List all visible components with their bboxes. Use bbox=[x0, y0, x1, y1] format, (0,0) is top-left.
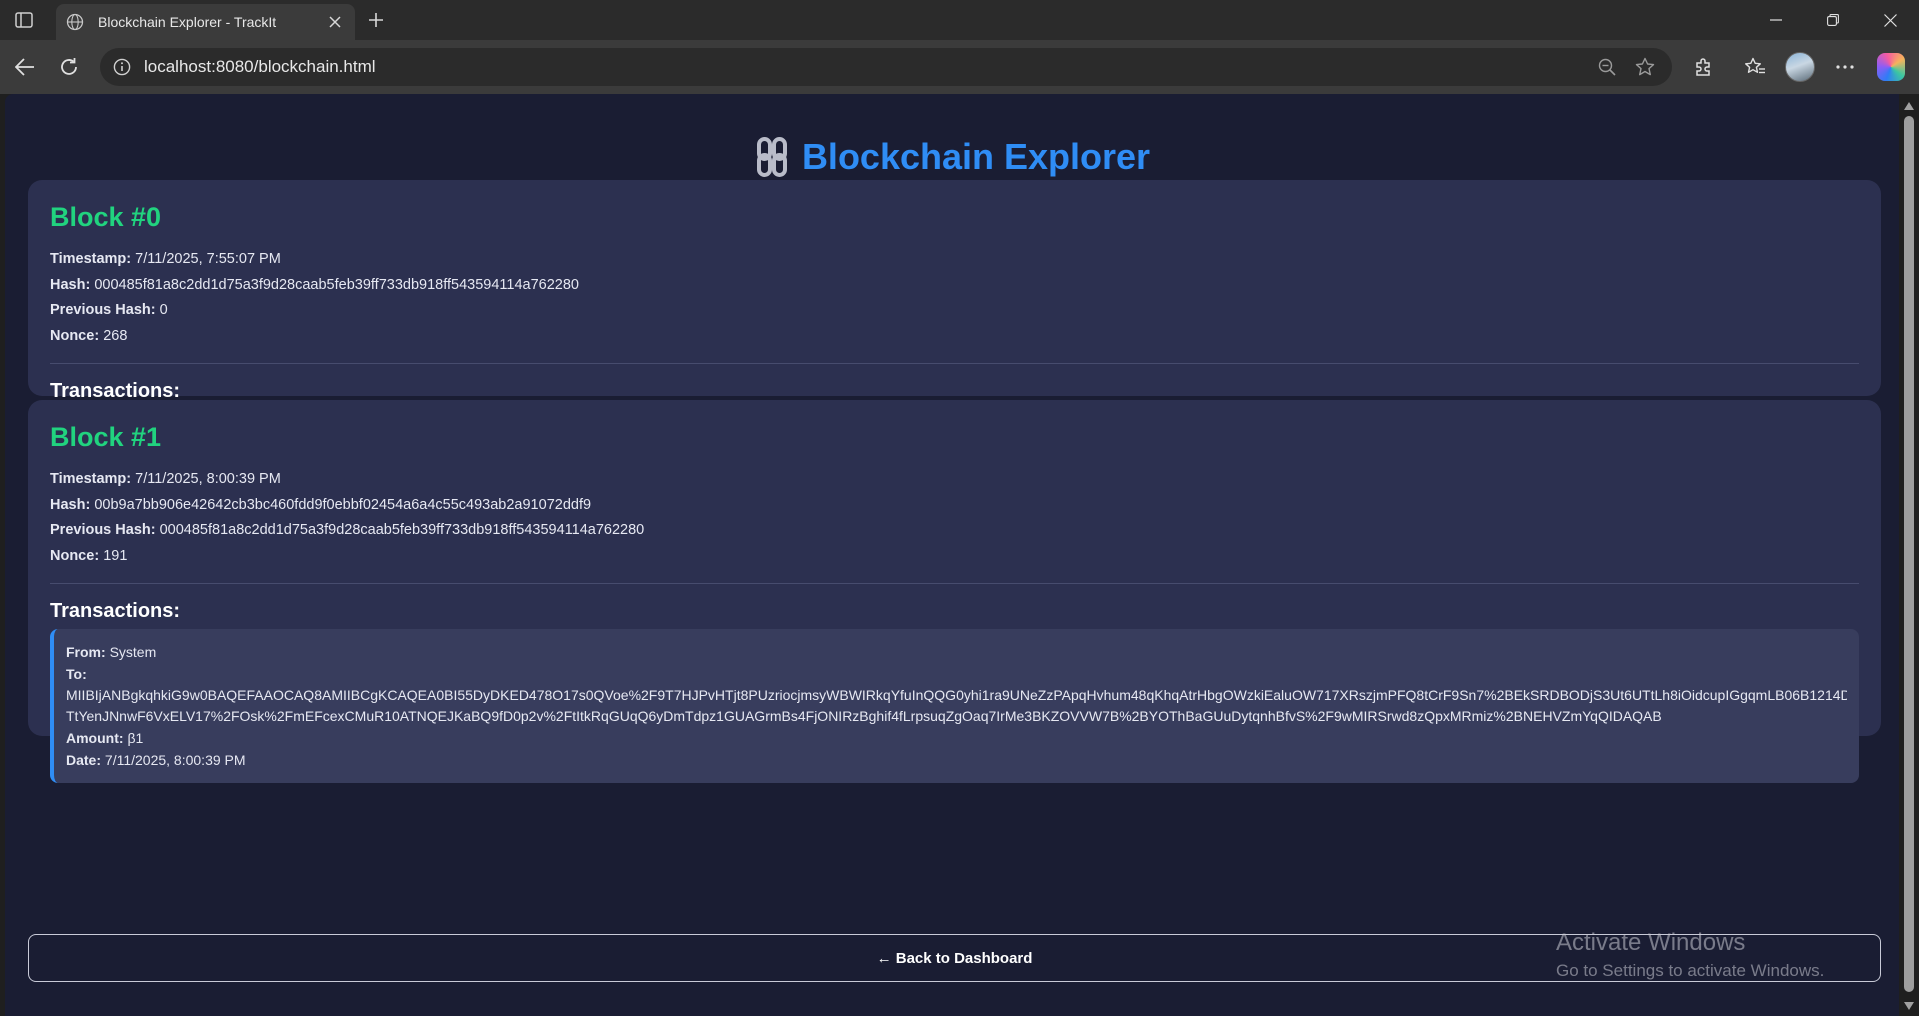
page-viewport: Blockchain Explorer Block #0 Timestamp: … bbox=[5, 94, 1899, 1016]
profile-avatar[interactable] bbox=[1785, 52, 1815, 82]
divider bbox=[50, 363, 1859, 364]
page-title-text: Blockchain Explorer bbox=[801, 136, 1151, 177]
tx-from: From: System bbox=[66, 644, 157, 660]
back-arrow-icon[interactable] bbox=[10, 52, 40, 82]
block-hash: Hash: 00b9a7bb906e42642cb3bc460fdd9f0ebb… bbox=[50, 496, 592, 513]
tab-title: Blockchain Explorer - TrackIt bbox=[98, 14, 277, 30]
tx-to-label: To: bbox=[66, 666, 87, 682]
scroll-down-arrow-icon[interactable] bbox=[1904, 1002, 1914, 1010]
block-card-1: Block #1 Timestamp: 7/11/2025, 8:00:39 P… bbox=[28, 400, 1881, 783]
vertical-scrollbar[interactable] bbox=[1899, 94, 1919, 1016]
copilot-icon[interactable] bbox=[1877, 53, 1905, 81]
browser-tab[interactable]: Blockchain Explorer - TrackIt bbox=[56, 4, 355, 40]
new-tab-icon[interactable] bbox=[362, 8, 390, 32]
extensions-icon[interactable] bbox=[1688, 52, 1718, 82]
reload-icon[interactable] bbox=[54, 52, 84, 82]
tx-amount: Amount: β1 bbox=[66, 730, 144, 746]
globe-icon bbox=[66, 13, 84, 31]
browser-toolbar: localhost:8080/blockchain.html bbox=[0, 40, 1919, 94]
tab-bar: Blockchain Explorer - TrackIt bbox=[0, 0, 1919, 40]
windows-activation-watermark: Activate Windows Go to Settings to activ… bbox=[1556, 929, 1825, 980]
address-bar[interactable]: localhost:8080/blockchain.html bbox=[100, 48, 1672, 86]
block-nonce: Nonce: 191 bbox=[50, 547, 128, 564]
restore-icon[interactable] bbox=[1806, 0, 1860, 40]
tab-actions-icon[interactable] bbox=[10, 8, 38, 32]
block-hash: Hash: 000485f81a8c2dd1d75a3f9d28caab5feb… bbox=[50, 276, 579, 293]
block-previous-hash: Previous Hash: 000485f81a8c2dd1d75a3f9d2… bbox=[50, 522, 645, 538]
favorite-star-icon[interactable] bbox=[1630, 52, 1660, 82]
divider bbox=[50, 583, 1859, 584]
transaction-card: From: System To: MIIBIjANBgkqhkiG9w0BAQE… bbox=[50, 629, 1859, 783]
chain-link-icon bbox=[754, 137, 790, 177]
block-title: Block #0 bbox=[50, 202, 162, 232]
zoom-out-icon[interactable] bbox=[1592, 52, 1622, 82]
close-tab-icon[interactable] bbox=[325, 12, 345, 32]
scroll-up-arrow-icon[interactable] bbox=[1904, 102, 1914, 110]
minimize-icon[interactable] bbox=[1749, 0, 1803, 40]
transactions-heading: Transactions: bbox=[50, 600, 181, 622]
close-window-icon[interactable] bbox=[1863, 0, 1917, 40]
block-previous-hash: Previous Hash: 0 bbox=[50, 302, 168, 318]
tx-date: Date: 7/11/2025, 8:00:39 PM bbox=[66, 752, 246, 768]
block-title: Block #1 bbox=[50, 422, 162, 452]
block-timestamp: Timestamp: 7/11/2025, 8:00:39 PM bbox=[50, 471, 281, 487]
block-card-0: Block #0 Timestamp: 7/11/2025, 7:55:07 P… bbox=[28, 180, 1881, 402]
favorites-icon[interactable] bbox=[1740, 52, 1770, 82]
block-timestamp: Timestamp: 7/11/2025, 7:55:07 PM bbox=[50, 251, 281, 267]
tx-to-value: MIIBIjANBgkqhkiG9w0BAQEFAAOCAQ8AMIIBCgKC… bbox=[66, 687, 1847, 724]
url-text[interactable]: localhost:8080/blockchain.html bbox=[144, 57, 1592, 77]
scrollbar-thumb[interactable] bbox=[1904, 116, 1914, 992]
site-info-icon[interactable] bbox=[112, 57, 132, 77]
block-nonce: Nonce: 268 bbox=[50, 327, 128, 344]
page-title: Blockchain Explorer bbox=[5, 136, 1899, 178]
more-options-icon[interactable] bbox=[1830, 52, 1860, 82]
